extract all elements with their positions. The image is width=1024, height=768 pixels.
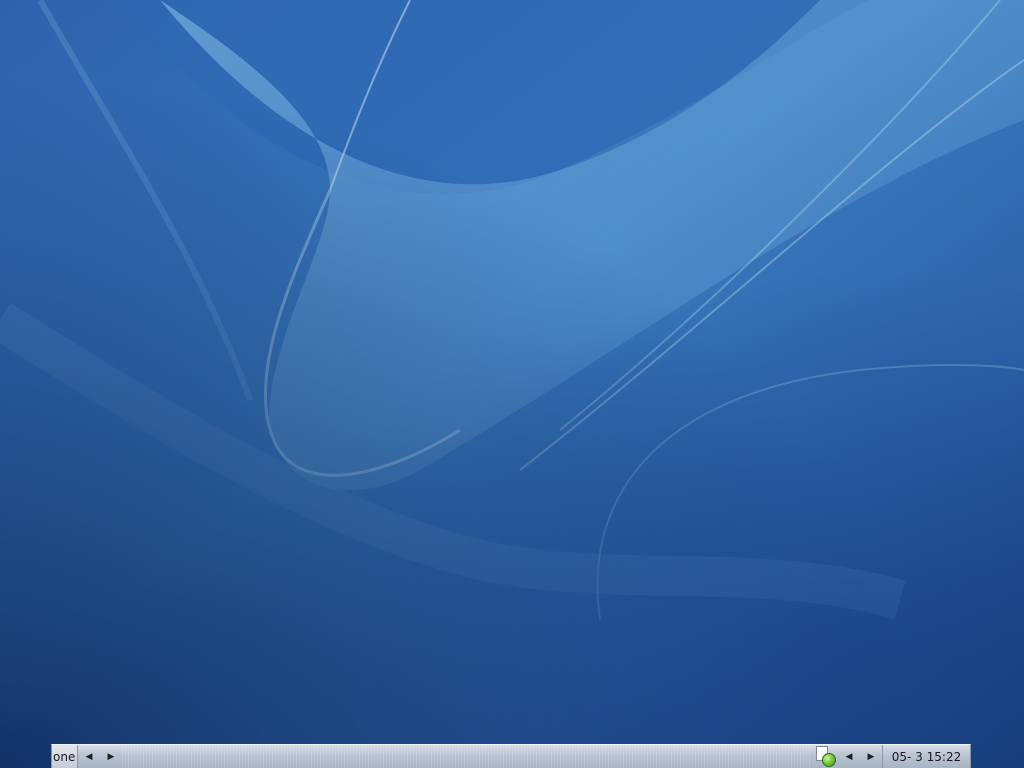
workspace-next-button[interactable]: ▶ bbox=[100, 745, 122, 768]
clock-text: 05- 3 15:22 bbox=[891, 749, 962, 764]
taskbar: one ◀ ▶ ◀ ▶ 05- 3 15:22 bbox=[51, 744, 971, 768]
tray-prev-button[interactable]: ◀ bbox=[838, 745, 860, 768]
system-tray[interactable] bbox=[812, 745, 838, 768]
desktop[interactable]: one ◀ ▶ ◀ ▶ 05- 3 15:22 bbox=[0, 0, 1024, 768]
clock[interactable]: 05- 3 15:22 bbox=[882, 745, 970, 768]
workspace-label: one bbox=[53, 749, 76, 764]
task-list-area[interactable] bbox=[122, 745, 812, 768]
green-status-icon[interactable] bbox=[822, 753, 836, 767]
workspace-prev-button[interactable]: ◀ bbox=[78, 745, 100, 768]
tray-next-button[interactable]: ▶ bbox=[860, 745, 882, 768]
workspace-pager[interactable]: one bbox=[52, 745, 78, 768]
desktop-wallpaper bbox=[0, 0, 1024, 768]
